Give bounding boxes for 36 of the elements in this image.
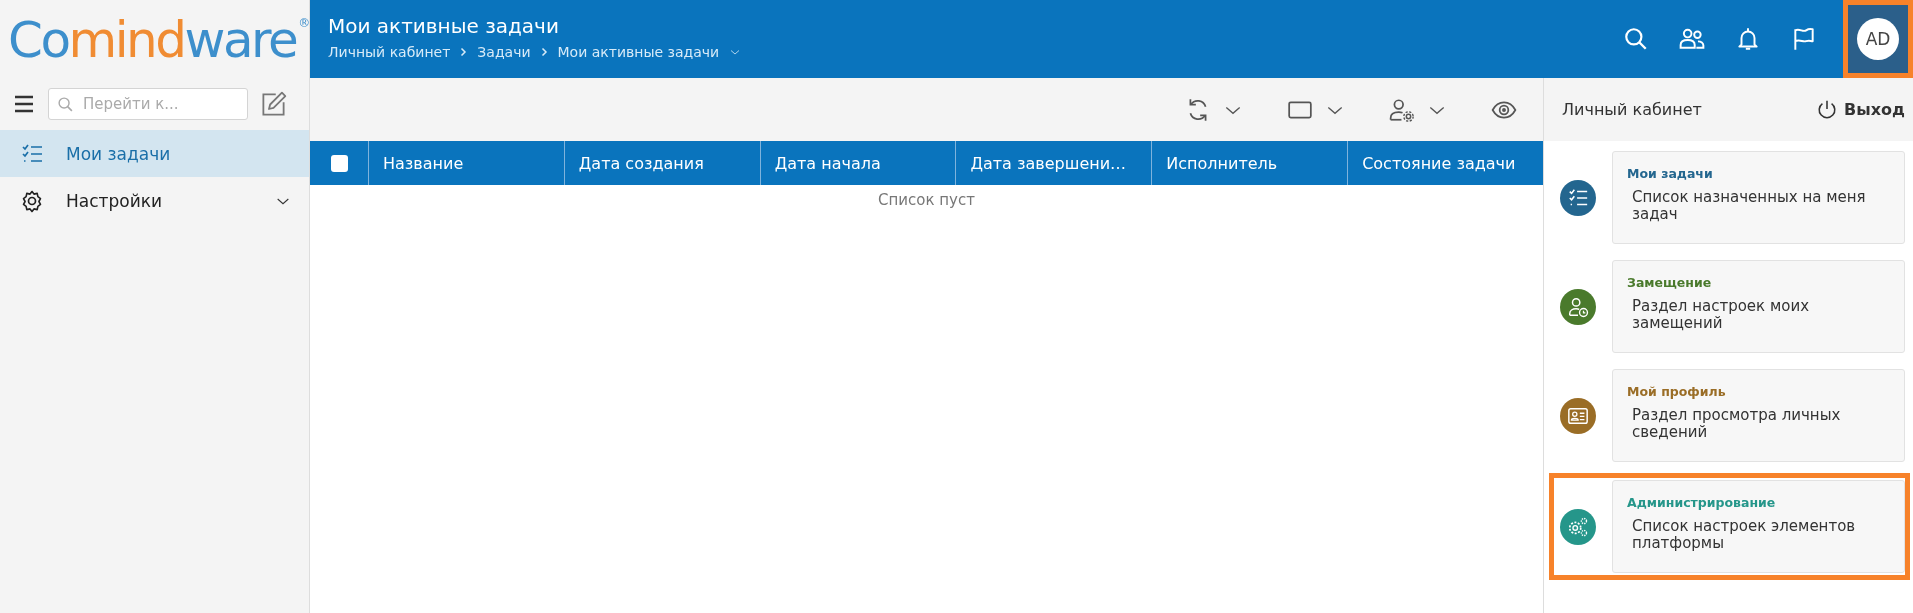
search-field[interactable]: Перейти к... (48, 88, 248, 120)
user-gear-icon[interactable] (1389, 96, 1415, 123)
registered-mark: ® (298, 16, 311, 30)
gears-icon (1567, 515, 1589, 538)
column-header[interactable]: Исполнитель (1152, 141, 1349, 185)
page-title: Мои активные задачи (328, 14, 560, 38)
breadcrumb-separator-icon (460, 47, 468, 57)
breadcrumb-separator-icon (540, 47, 548, 57)
settings-icon (20, 188, 44, 213)
column-header[interactable]: Дата создания (564, 141, 761, 185)
column-header[interactable]: Название (369, 141, 565, 185)
user-avatar[interactable]: AD (1857, 18, 1899, 60)
empty-message: Список пуст (878, 191, 975, 209)
panel-card[interactable]: Мой профиль Раздел просмотра личных сведений (1612, 369, 1905, 462)
column-header[interactable]: Состояние задачи (1348, 141, 1543, 185)
panel-card[interactable]: Замещение Раздел настроек моих замещений (1612, 260, 1905, 353)
panel-title: Личный кабинет (1562, 100, 1702, 119)
search-icon[interactable] (1623, 26, 1649, 52)
select-all-checkbox[interactable] (330, 154, 348, 172)
column-header[interactable]: Дата завершени… (956, 141, 1153, 185)
bell-icon[interactable] (1735, 26, 1761, 52)
users-icon[interactable] (1679, 26, 1705, 52)
flag-icon[interactable] (1791, 26, 1817, 52)
logout-button[interactable]: Выход (1816, 98, 1905, 121)
column-header[interactable]: Дата начала (760, 141, 957, 185)
logo: Comindware (8, 10, 297, 70)
breadcrumb-link[interactable]: Мои активные задачи (557, 44, 720, 60)
panel-card[interactable]: Мои задачи Список назначенных на меня задач (1612, 151, 1905, 244)
sidebar-item[interactable]: Мои задачи (0, 130, 309, 177)
search-icon (57, 96, 74, 113)
user-clock-icon (1567, 295, 1589, 318)
breadcrumb-link[interactable]: Задачи (477, 44, 531, 60)
panel-card[interactable]: Администрирование Список настроек элементов платформы (1612, 480, 1905, 573)
edit-icon[interactable] (260, 90, 287, 118)
sidebar-item[interactable]: Настройки (0, 177, 309, 224)
breadcrumb-link[interactable]: Личный кабинет (328, 44, 451, 60)
